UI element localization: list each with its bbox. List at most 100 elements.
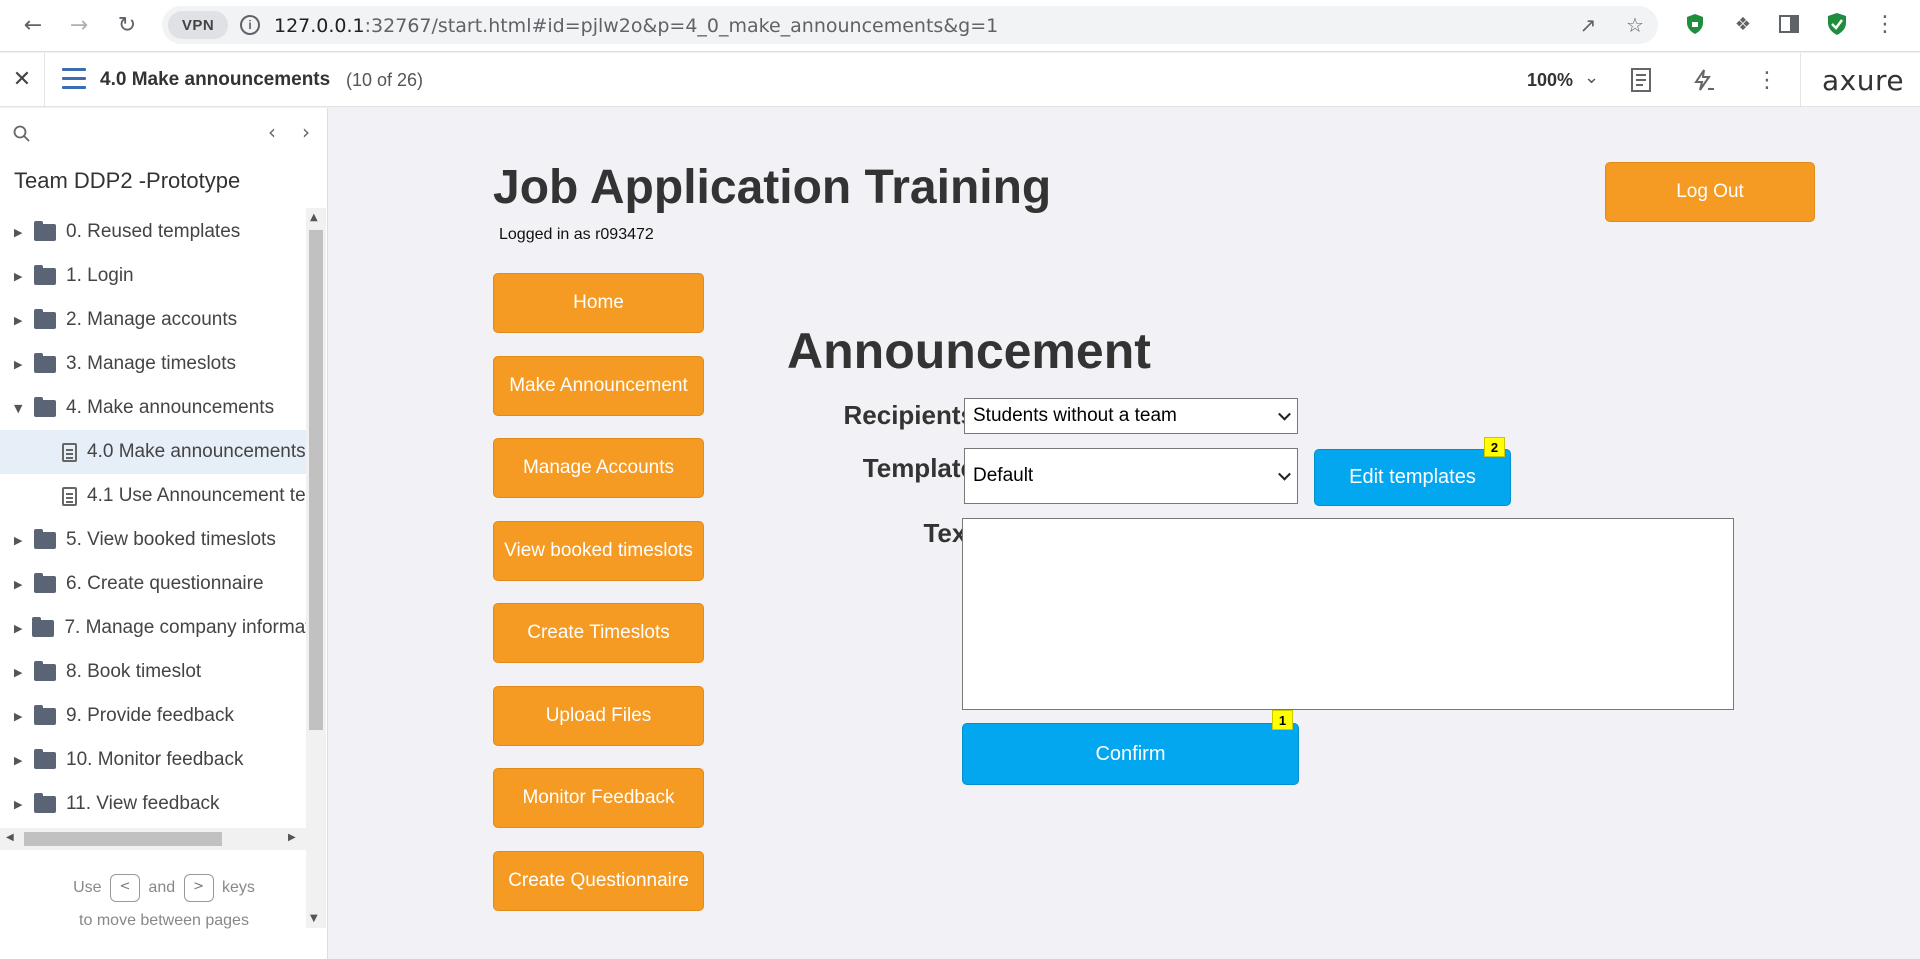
logout-button[interactable]: Log Out (1605, 162, 1815, 222)
back-icon[interactable]: ← (18, 10, 48, 40)
tree-item-folder[interactable]: ▶ 9. Provide feedback (0, 694, 306, 738)
tree-item-page-selected[interactable]: 4.0 Make announcements (0, 430, 306, 474)
announcement-heading: Announcement (787, 323, 1151, 379)
tree-item-label: 3. Manage timeslots (66, 353, 237, 374)
tree-item-label: 4.1 Use Announcement templates (87, 485, 306, 506)
text-label: Text (923, 518, 975, 548)
tree-item-label: 9. Provide feedback (66, 705, 234, 726)
browser-toolbar: ← → ↻ VPN i 127.0.0.1:32767/start.html#i… (0, 0, 1920, 52)
sitemap-sidebar: ‹ › Team DDP2 -Prototype ▶ 0. Reused temp… (0, 108, 328, 959)
chevron-down-icon[interactable]: ⌄ (1584, 67, 1599, 88)
next-page-icon[interactable]: › (294, 120, 318, 144)
nav-make-announcement-button[interactable]: Make Announcement (493, 356, 704, 416)
tree-item-label: 10. Monitor feedback (66, 749, 244, 770)
search-icon[interactable] (12, 124, 32, 144)
expand-triangle-icon[interactable]: ▶ (14, 578, 24, 591)
security-check-icon[interactable] (1824, 11, 1850, 37)
annotation-marker[interactable]: 1 (1272, 710, 1293, 730)
template-select[interactable]: Default (964, 448, 1298, 504)
expand-triangle-icon[interactable]: ▶ (14, 710, 24, 723)
bookmark-star-icon[interactable]: ☆ (1621, 11, 1649, 39)
horizontal-scrollbar[interactable]: ◀ ▶ (0, 828, 306, 850)
expand-triangle-icon[interactable]: ▶ (14, 754, 24, 767)
expand-triangle-icon[interactable]: ▶ (14, 534, 24, 547)
tree-item-folder[interactable]: ▶ 8. Book timeslot (0, 650, 306, 694)
folder-icon (32, 616, 55, 637)
extensions-puzzle-icon[interactable]: ❖ (1730, 11, 1756, 37)
shield-extension-icon[interactable] (1682, 11, 1708, 37)
tree-item-folder[interactable]: ▶ 1. Login (0, 254, 306, 298)
prev-page-icon[interactable]: ‹ (260, 120, 284, 144)
nav-monitor-feedback-button[interactable]: Monitor Feedback (493, 768, 704, 828)
tree-item-label: 8. Book timeslot (66, 661, 202, 682)
page-icon (62, 442, 77, 462)
folder-icon (34, 528, 56, 549)
announcement-text-area[interactable] (962, 518, 1734, 710)
nav-home-button[interactable]: Home (493, 273, 704, 333)
annotation-marker[interactable]: 2 (1484, 437, 1505, 457)
next-key-icon: > (183, 874, 214, 902)
url-text[interactable]: 127.0.0.1:32767/start.html#id=pjlw2o&p=4… (274, 15, 998, 37)
expand-triangle-icon[interactable]: ▶ (14, 666, 24, 679)
close-icon[interactable]: ✕ (8, 65, 36, 93)
share-icon[interactable]: ↗ (1574, 11, 1602, 39)
tree-item-folder[interactable]: ▶ 11. View feedback (0, 782, 306, 826)
expand-triangle-icon[interactable]: ▶ (14, 622, 22, 635)
address-bar[interactable]: VPN i 127.0.0.1:32767/start.html#id=pjlw… (162, 6, 1658, 44)
nav-create-timeslots-button[interactable]: Create Timeslots (493, 603, 704, 663)
nav-manage-accounts-button[interactable]: Manage Accounts (493, 438, 704, 498)
forward-icon[interactable]: → (64, 10, 94, 40)
tree-item-label: 7. Manage company information (64, 617, 306, 638)
more-options-icon[interactable]: ⋮ (1752, 65, 1782, 95)
browser-menu-icon[interactable]: ⋮ (1872, 11, 1898, 37)
folder-icon (34, 572, 56, 593)
tree-item-folder[interactable]: ▶ 10. Monitor feedback (0, 738, 306, 782)
confirm-button[interactable]: Confirm (962, 723, 1299, 785)
side-panel-icon[interactable] (1776, 11, 1802, 37)
expand-triangle-icon[interactable]: ▶ (14, 358, 24, 371)
scroll-up-icon[interactable]: ▲ (310, 212, 318, 223)
folder-icon (34, 396, 56, 417)
sitemap-menu-icon[interactable] (62, 68, 86, 90)
expand-triangle-icon[interactable]: ▶ (14, 270, 24, 283)
hint-text: and (148, 879, 176, 897)
chevron-down-icon (1278, 467, 1291, 481)
tree-item-folder[interactable]: ▶ 0. Reused templates (0, 210, 306, 254)
scroll-right-icon[interactable]: ▶ (288, 832, 296, 843)
nav-create-questionnaire-button[interactable]: Create Questionnaire (493, 851, 704, 911)
expand-triangle-icon[interactable]: ▶ (14, 226, 24, 239)
expand-triangle-icon[interactable]: ▶ (14, 798, 24, 811)
tree-item-folder[interactable]: ▼ 4. Make announcements (0, 386, 306, 430)
folder-icon (34, 220, 56, 241)
scrollbar-thumb[interactable] (24, 832, 222, 846)
tree-item-folder[interactable]: ▶ 5. View booked timeslots (0, 518, 306, 562)
notes-icon[interactable] (1626, 65, 1656, 95)
zoom-level[interactable]: 100% (1527, 70, 1573, 91)
collapse-triangle-icon[interactable]: ▼ (14, 402, 24, 415)
tree-item-folder[interactable]: ▶ 7. Manage company information (0, 606, 306, 650)
scroll-left-icon[interactable]: ◀ (6, 832, 14, 843)
tree-item-label: 4. Make announcements (66, 397, 275, 418)
reload-icon[interactable]: ↻ (112, 10, 142, 40)
sitemap-tree: ▶ 0. Reused templates ▶ 1. Login ▶ 2. Manag… (0, 210, 306, 928)
vpn-badge[interactable]: VPN (168, 11, 228, 39)
site-info-icon[interactable]: i (240, 15, 260, 35)
edit-templates-button[interactable]: Edit templates (1314, 449, 1511, 506)
prototype-canvas: Job Application Training Logged in as r0… (329, 108, 1920, 959)
tree-item-folder[interactable]: ▶ 6. Create questionnaire (0, 562, 306, 606)
nav-view-booked-timeslots-button[interactable]: View booked timeslots (493, 521, 704, 581)
expand-triangle-icon[interactable]: ▶ (14, 314, 24, 327)
tree-item-folder[interactable]: ▶ 2. Manage accounts (0, 298, 306, 342)
recipients-select[interactable]: Students without a team (964, 398, 1298, 434)
tree-item-folder[interactable]: ▶ 3. Manage timeslots (0, 342, 306, 386)
folder-icon (34, 704, 56, 725)
folder-icon (34, 308, 56, 329)
toolbar-divider (1800, 53, 1801, 107)
vertical-scrollbar[interactable]: ▲ ▼ (306, 208, 326, 928)
tree-item-page[interactable]: 4.1 Use Announcement templates (0, 474, 306, 518)
scrollbar-thumb[interactable] (309, 230, 323, 730)
nav-upload-files-button[interactable]: Upload Files (493, 686, 704, 746)
page-counter: (10 of 26) (346, 70, 424, 90)
hotspots-lightning-icon[interactable] (1688, 65, 1718, 95)
recipients-label: Recipients (843, 400, 976, 430)
